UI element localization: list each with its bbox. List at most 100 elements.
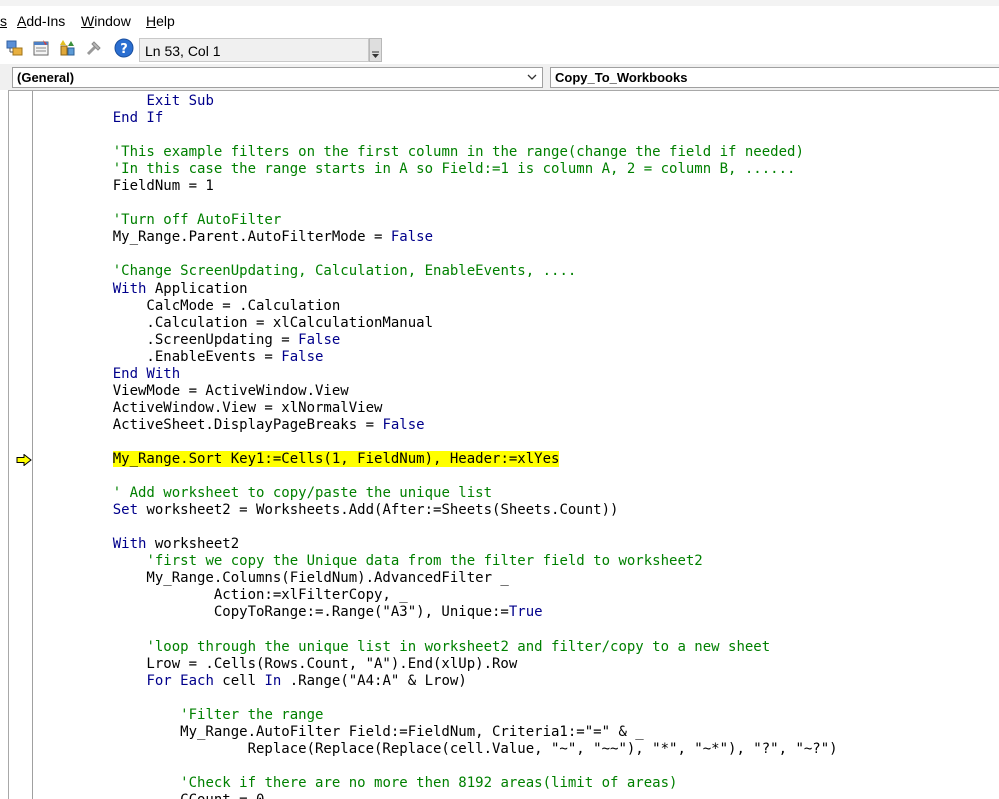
code-token: Application <box>146 280 248 297</box>
code-line[interactable]: 'Filter the range <box>79 707 838 724</box>
code-line[interactable]: Action:=xlFilterCopy, _ <box>79 587 838 604</box>
keyword-token: False <box>382 416 425 433</box>
code-text[interactable]: Exit Sub End If 'This example filters on… <box>79 93 838 799</box>
code-token: CopyToRange:=.Range("A3"), Unique:= <box>79 604 509 621</box>
code-line[interactable]: 'Change ScreenUpdating, Calculation, Ena… <box>79 263 838 280</box>
svg-text:?: ? <box>120 42 128 57</box>
highlighted-statement: My_Range.Sort Key1:=Cells(1, FieldNum), … <box>112 450 560 467</box>
menu-bar: s Add-Ins Window Help <box>0 6 999 36</box>
code-line[interactable]: ActiveWindow.View = xlNormalView <box>79 400 838 417</box>
code-line[interactable]: Replace(Replace(Replace(cell.Value, "~",… <box>79 741 838 758</box>
menu-item-help[interactable]: Help <box>146 6 175 36</box>
code-line[interactable]: FieldNum = 1 <box>79 178 838 195</box>
code-line[interactable]: My_Range.Parent.AutoFilterMode = False <box>79 229 838 246</box>
current-execution-line[interactable]: My_Range.Sort Key1:=Cells(1, FieldNum), … <box>79 450 838 468</box>
code-line[interactable]: .Calculation = xlCalculationManual <box>79 315 838 332</box>
code-line[interactable]: End If <box>79 110 838 127</box>
code-token: .Range("A4:A" & Lrow) <box>281 672 467 689</box>
code-line[interactable] <box>79 468 838 485</box>
code-token: CalcMode = .Calculation <box>79 297 341 314</box>
toolbar-overflow-handle[interactable] <box>369 38 382 62</box>
code-line[interactable]: 'Turn off AutoFilter <box>79 212 838 229</box>
code-line[interactable] <box>79 434 838 451</box>
code-line[interactable] <box>79 758 838 775</box>
code-line[interactable]: End With <box>79 366 838 383</box>
code-line[interactable] <box>79 690 838 707</box>
code-token: Action:=xlFilterCopy, _ <box>79 587 408 604</box>
code-line[interactable]: With Application <box>79 281 838 298</box>
keyword-token: False <box>390 229 434 246</box>
comment-token: 'Turn off AutoFilter <box>112 212 282 229</box>
properties-icon[interactable] <box>32 39 50 57</box>
keyword-token: False <box>298 331 341 348</box>
code-line[interactable]: With worksheet2 <box>79 536 838 553</box>
code-line[interactable]: 'In this case the range starts in A so F… <box>79 161 838 178</box>
code-line[interactable]: .ScreenUpdating = False <box>79 332 838 349</box>
procedure-dropdown[interactable]: Copy_To_Workbooks <box>550 67 999 88</box>
cursor-position-box: Ln 53, Col 1 <box>139 38 369 62</box>
object-browser-icon[interactable] <box>58 39 76 57</box>
toolbox-icon[interactable] <box>85 39 103 57</box>
code-line[interactable] <box>79 246 838 263</box>
code-line[interactable]: For Each cell In .Range("A4:A" & Lrow) <box>79 673 838 690</box>
keyword-token: True <box>508 604 543 621</box>
keyword-token: End If <box>112 110 164 127</box>
execution-point-arrow-icon <box>16 454 32 466</box>
code-line[interactable]: Exit Sub <box>79 93 838 110</box>
code-line[interactable]: CopyToRange:=.Range("A3"), Unique:=True <box>79 604 838 621</box>
code-line[interactable] <box>79 195 838 212</box>
code-line[interactable] <box>79 127 838 144</box>
code-line[interactable]: ViewMode = ActiveWindow.View <box>79 383 838 400</box>
keyword-token: With <box>112 280 147 297</box>
code-line[interactable] <box>79 621 838 638</box>
code-line[interactable]: 'Check if there are no more then 8192 ar… <box>79 775 838 792</box>
code-token: ActiveWindow.View = xlNormalView <box>79 399 383 416</box>
keyword-token: For Each <box>146 672 214 689</box>
code-editor[interactable]: Exit Sub End If 'This example filters on… <box>8 90 999 799</box>
code-token: FieldNum = 1 <box>79 178 214 195</box>
keyword-token: End With <box>112 365 181 382</box>
code-token: CCount = 0 <box>79 792 264 799</box>
comment-token: 'Change ScreenUpdating, Calculation, Ena… <box>112 263 577 280</box>
code-line[interactable]: CCount = 0 <box>79 792 838 799</box>
code-line[interactable]: .EnableEvents = False <box>79 349 838 366</box>
object-dropdown-value: (General) <box>17 70 75 85</box>
code-token: .Calculation = xlCalculationManual <box>79 314 434 331</box>
code-line[interactable]: Set worksheet2 = Worksheets.Add(After:=S… <box>79 502 838 519</box>
keyword-token: Exit Sub <box>146 93 214 109</box>
menu-item-window[interactable]: Window <box>81 6 131 36</box>
code-line[interactable]: ActiveSheet.DisplayPageBreaks = False <box>79 417 838 434</box>
project-explorer-icon[interactable] <box>6 39 24 57</box>
keyword-token: False <box>281 348 324 365</box>
code-line[interactable]: 'first we copy the Unique data from the … <box>79 553 838 570</box>
code-line[interactable]: ' Add worksheet to copy/paste the unique… <box>79 485 838 502</box>
comment-token: 'loop through the unique list in workshe… <box>146 638 771 655</box>
code-token: Replace(Replace(Replace(cell.Value, "~",… <box>79 740 838 757</box>
code-token: ViewMode = ActiveWindow.View <box>79 382 349 399</box>
margin-indicator-bar[interactable] <box>9 91 33 799</box>
menu-item-partial[interactable]: s <box>0 6 7 36</box>
object-dropdown[interactable]: (General) <box>12 67 543 88</box>
code-token: Lrow = .Cells(Rows.Count, "A").End(xlUp)… <box>79 655 518 672</box>
code-line[interactable] <box>79 519 838 536</box>
menu-item-add-ins[interactable]: Add-Ins <box>17 6 65 36</box>
code-line[interactable]: Lrow = .Cells(Rows.Count, "A").End(xlUp)… <box>79 656 838 673</box>
code-line[interactable]: My_Range.Columns(FieldNum).AdvancedFilte… <box>79 570 838 587</box>
code-line[interactable]: 'This example filters on the first colum… <box>79 144 838 161</box>
code-line[interactable]: CalcMode = .Calculation <box>79 298 838 315</box>
code-line[interactable]: My_Range.AutoFilter Field:=FieldNum, Cri… <box>79 724 838 741</box>
chevron-down-icon <box>527 74 537 80</box>
code-line[interactable]: 'loop through the unique list in workshe… <box>79 639 838 656</box>
help-icon[interactable]: ? <box>114 38 134 58</box>
